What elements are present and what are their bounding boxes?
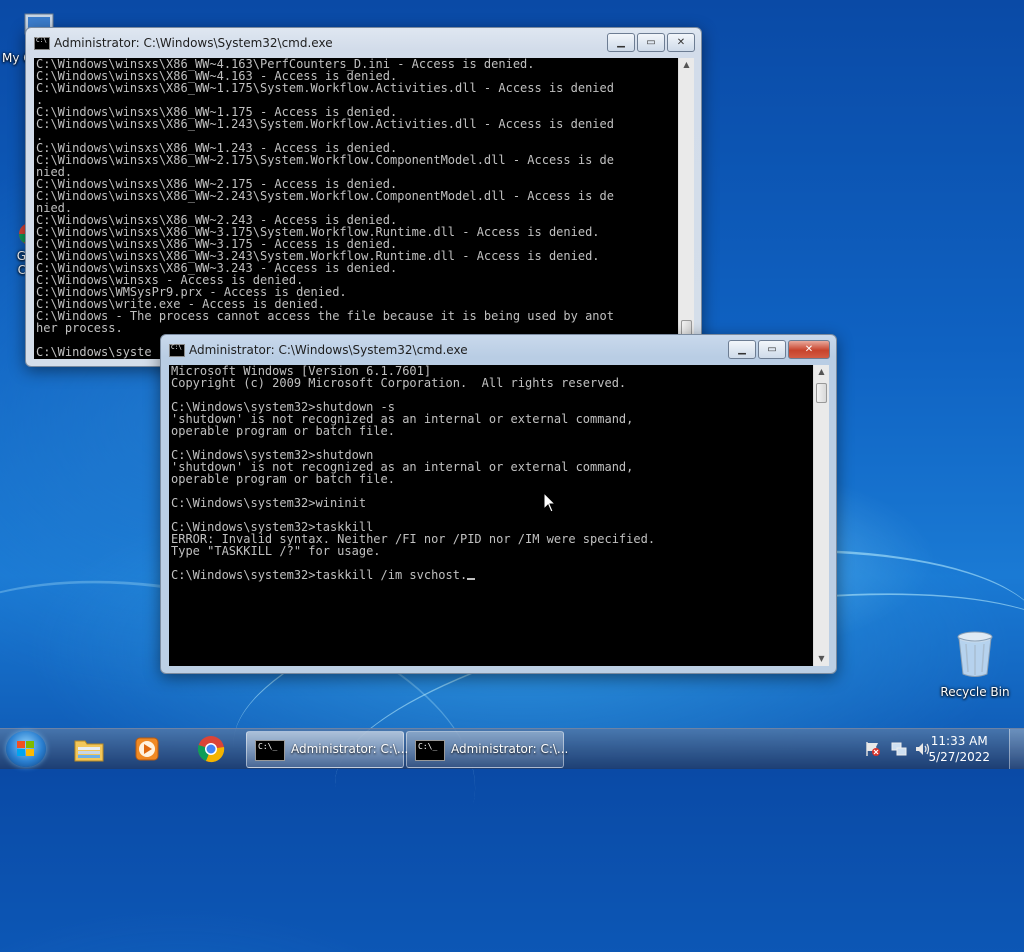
close-icon: ✕: [804, 344, 814, 355]
text-cursor: [467, 578, 476, 580]
taskbar-clock[interactable]: 11:33 AM 5/27/2022: [928, 733, 990, 765]
console-line: operable program or batch file.: [171, 424, 395, 438]
scroll-down-arrow-icon[interactable]: ▼: [814, 652, 829, 666]
desktop-icon-label: Recycle Bin: [940, 685, 1010, 699]
close-icon: ✕: [676, 37, 686, 48]
start-button[interactable]: [6, 731, 46, 767]
console-output[interactable]: C:\Windows\winsxs\X86_WW~4.163\PerfCount…: [34, 58, 678, 359]
minimize-button[interactable]: ▁: [607, 33, 635, 52]
console-output[interactable]: Microsoft Windows [Version 6.1.7601] Cop…: [169, 365, 813, 666]
folder-icon: [74, 740, 104, 762]
console-line: Copyright (c) 2009 Microsoft Corporation…: [171, 376, 627, 390]
console-line: C:\Windows\winsxs\X86_WW~2.175\System.Wo…: [36, 153, 614, 167]
windows-logo-icon: [17, 741, 35, 757]
cmd-icon: [255, 740, 285, 761]
clock-date: 5/27/2022: [928, 750, 990, 764]
window-title: Administrator: C:\Windows\System32\cmd.e…: [54, 36, 333, 50]
action-center-flag-icon[interactable]: [864, 740, 882, 758]
maximize-button[interactable]: ▭: [637, 33, 665, 52]
scroll-up-arrow-icon[interactable]: ▲: [679, 58, 694, 72]
maximize-button[interactable]: ▭: [758, 340, 786, 359]
cmd-icon: [169, 344, 185, 357]
taskbar-task-cmd-1[interactable]: Administrator: C:\...: [246, 731, 408, 768]
console-line: her process.: [36, 321, 123, 335]
close-button[interactable]: ✕: [788, 340, 830, 359]
window-titlebar[interactable]: Administrator: C:\Windows\System32\cmd.e…: [26, 28, 701, 58]
console-line: C:\Windows\winsxs\X86_WW~2.243\System.Wo…: [36, 189, 614, 203]
maximize-icon: ▭: [646, 37, 656, 48]
minimize-button[interactable]: ▁: [728, 340, 756, 359]
taskbar-task-cmd-2[interactable]: Administrator: C:\...: [406, 731, 568, 768]
minimize-icon: ▁: [617, 37, 625, 48]
taskbar: Administrator: C:\... Administrator: C:\…: [0, 728, 1024, 769]
recycle-bin-desktop-icon[interactable]: Recycle Bin: [935, 630, 1015, 699]
clock-time: 11:33 AM: [930, 734, 988, 748]
console-line: Type "TASKKILL /?" for usage.: [171, 544, 381, 558]
console-line: C:\Windows\syste: [36, 345, 152, 359]
chrome-icon: [197, 736, 225, 763]
vertical-scrollbar[interactable]: ▲ ▼: [813, 365, 829, 666]
console-line: operable program or batch file.: [171, 472, 395, 486]
show-desktop-button[interactable]: [1009, 729, 1024, 769]
network-icon[interactable]: [890, 740, 908, 758]
recycle-bin-icon: [957, 631, 993, 677]
system-tray: [864, 731, 932, 767]
console-line: C:\Windows\winsxs\X86_WW~1.243\System.Wo…: [36, 117, 614, 131]
media-player-icon: [135, 737, 159, 761]
cmd-window-back[interactable]: Administrator: C:\Windows\System32\cmd.e…: [25, 27, 702, 367]
command-input-line[interactable]: C:\Windows\system32>taskkill /im svchost…: [169, 569, 813, 581]
mouse-pointer-icon: [543, 492, 557, 513]
console-line: C:\Windows\winsxs\X86_WW~1.175\System.Wo…: [36, 81, 614, 95]
close-button[interactable]: ✕: [667, 33, 695, 52]
minimize-icon: ▁: [738, 344, 746, 355]
cmd-window-front[interactable]: Administrator: C:\Windows\System32\cmd.e…: [160, 334, 837, 674]
taskbar-chrome-button[interactable]: [184, 731, 238, 767]
taskbar-explorer-button[interactable]: [62, 731, 116, 767]
task-label: Administrator: C:\...: [291, 742, 409, 756]
cmd-icon: [34, 37, 50, 50]
cmd-icon: [415, 740, 445, 761]
command-input[interactable]: C:\Windows\system32>taskkill /im svchost…: [171, 568, 467, 582]
maximize-icon: ▭: [767, 344, 777, 355]
console-text: Microsoft Windows [Version 6.1.7601] Cop…: [169, 365, 813, 569]
window-titlebar[interactable]: Administrator: C:\Windows\System32\cmd.e…: [161, 335, 836, 365]
window-title: Administrator: C:\Windows\System32\cmd.e…: [189, 343, 468, 357]
scrollbar-thumb[interactable]: [816, 383, 827, 403]
vertical-scrollbar[interactable]: ▲ ▼: [678, 58, 694, 359]
taskbar-media-player-button[interactable]: [120, 731, 174, 767]
scroll-up-arrow-icon[interactable]: ▲: [814, 365, 829, 379]
console-text: C:\Windows\winsxs\X86_WW~4.163\PerfCount…: [34, 58, 678, 358]
task-label: Administrator: C:\...: [451, 742, 569, 756]
console-line: C:\Windows\system32>wininit: [171, 496, 367, 510]
